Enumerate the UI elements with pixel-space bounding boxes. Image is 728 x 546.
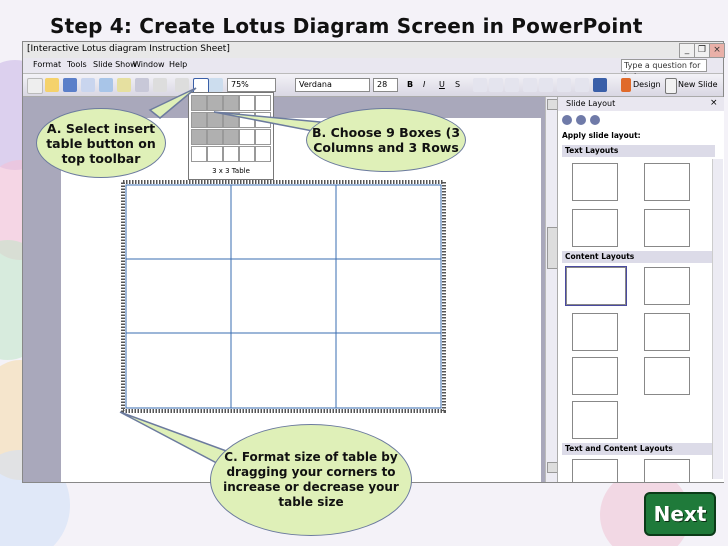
- table-picker-cell[interactable]: [255, 146, 271, 162]
- table-picker-cell[interactable]: [223, 146, 239, 162]
- table-picker-cell[interactable]: [255, 95, 271, 111]
- menu-window[interactable]: Window: [133, 60, 165, 69]
- open-icon[interactable]: [45, 78, 59, 92]
- font-color-icon[interactable]: [593, 78, 607, 92]
- new-slide-icon: [665, 78, 677, 94]
- ask-question-input[interactable]: Type a question for help: [621, 59, 707, 81]
- decrease-font-icon[interactable]: [575, 78, 589, 92]
- align-right-icon[interactable]: [505, 78, 519, 92]
- bullets-icon[interactable]: [539, 78, 553, 92]
- cut-icon[interactable]: [117, 78, 131, 92]
- save-icon[interactable]: [63, 78, 77, 92]
- table-picker-cell[interactable]: [191, 112, 207, 128]
- callout-c: C. Format size of table by dragging your…: [210, 424, 412, 536]
- table-picker-cell[interactable]: [207, 112, 223, 128]
- table-picker-cell[interactable]: [191, 146, 207, 162]
- slide-layout-pane: Slide Layout × Apply slide layout: Text …: [557, 97, 724, 483]
- callout-a: A. Select insert table button on top too…: [36, 108, 166, 178]
- table-picker-cell[interactable]: [255, 129, 271, 145]
- align-center-icon[interactable]: [489, 78, 503, 92]
- layout-content-over[interactable]: [572, 357, 618, 395]
- restore-icon[interactable]: ❐: [694, 43, 710, 58]
- new-slide-button[interactable]: New Slide: [678, 80, 718, 89]
- menu-bar: Format Tools Slide Show Window Help Type…: [23, 58, 723, 81]
- table-picker-cell[interactable]: [239, 95, 255, 111]
- layout-title-content[interactable]: [572, 313, 618, 351]
- layout-text-content[interactable]: [572, 459, 618, 483]
- bold-button[interactable]: B: [407, 80, 413, 89]
- layout-title-two-content[interactable]: [644, 313, 690, 351]
- italic-button[interactable]: I: [423, 80, 425, 89]
- minimize-icon[interactable]: _: [679, 43, 695, 58]
- home-icon[interactable]: [590, 115, 600, 125]
- table-picker-cell[interactable]: [191, 95, 207, 111]
- table-picker-cell[interactable]: [239, 146, 255, 162]
- layout-title-only[interactable]: [644, 163, 690, 201]
- design-icon: [621, 78, 631, 92]
- section-text-layouts: Text Layouts: [562, 145, 715, 157]
- slide-table[interactable]: [121, 180, 446, 413]
- layout-title-text[interactable]: [572, 209, 618, 247]
- design-button[interactable]: Design: [633, 80, 661, 89]
- window-titlebar: [Interactive Lotus diagram Instruction S…: [23, 42, 725, 58]
- close-icon[interactable]: ×: [709, 43, 725, 58]
- section-text-content-layouts: Text and Content Layouts: [562, 443, 715, 455]
- forward-icon[interactable]: [576, 115, 586, 125]
- font-name-select[interactable]: Verdana: [295, 78, 370, 92]
- numbering-icon[interactable]: [523, 78, 537, 92]
- align-left-icon[interactable]: [473, 78, 487, 92]
- layout-two-column[interactable]: [644, 209, 690, 247]
- preview-icon[interactable]: [99, 78, 113, 92]
- window-title: [Interactive Lotus diagram Instruction S…: [27, 44, 230, 54]
- layout-four-content[interactable]: [644, 357, 690, 395]
- next-button[interactable]: Next: [644, 492, 716, 536]
- table-size-picker[interactable]: 3 x 3 Table: [188, 92, 274, 180]
- print-icon[interactable]: [81, 78, 95, 92]
- page-title: Step 4: Create Lotus Diagram Screen in P…: [50, 14, 643, 38]
- table-size-label: 3 x 3 Table: [212, 167, 250, 175]
- table-picker-cell[interactable]: [239, 129, 255, 145]
- callout-b: B. Choose 9 Boxes (3 Columns and 3 Rows: [306, 108, 466, 172]
- zoom-select[interactable]: 75%: [227, 78, 276, 92]
- table-picker-cell[interactable]: [207, 129, 223, 145]
- menu-tools[interactable]: Tools: [67, 60, 87, 69]
- undo-icon[interactable]: [153, 78, 167, 92]
- menu-format[interactable]: Format: [33, 60, 61, 69]
- increase-font-icon[interactable]: [557, 78, 571, 92]
- shadow-button[interactable]: S: [455, 80, 460, 89]
- new-icon[interactable]: [27, 78, 43, 94]
- formatting-toolbar: 75% Verdana 28 B I U S Design New Slide: [23, 74, 723, 97]
- layout-title-four-content[interactable]: [572, 401, 618, 439]
- pane-title: Slide Layout: [566, 99, 616, 108]
- apply-layout-label: Apply slide layout:: [562, 131, 641, 140]
- paste-icon[interactable]: [135, 78, 149, 92]
- table-picker-cell[interactable]: [255, 112, 271, 128]
- layout-content[interactable]: [644, 267, 690, 305]
- pane-header: Slide Layout ×: [558, 97, 724, 111]
- layout-title-slide[interactable]: [572, 163, 618, 201]
- pane-scrollbar[interactable]: [712, 159, 723, 479]
- table-picker-cell[interactable]: [207, 95, 223, 111]
- table-picker-cell[interactable]: [191, 129, 207, 145]
- table-picker-cell[interactable]: [223, 129, 239, 145]
- pane-close-icon[interactable]: ×: [710, 98, 718, 108]
- table-picker-cell[interactable]: [207, 146, 223, 162]
- tables-borders-icon[interactable]: [209, 78, 223, 92]
- layout-content-text[interactable]: [644, 459, 690, 483]
- layout-blank[interactable]: [565, 266, 627, 306]
- font-size-select[interactable]: 28: [373, 78, 398, 92]
- underline-button[interactable]: U: [439, 80, 445, 89]
- chart-icon[interactable]: [175, 78, 189, 92]
- menu-slide-show[interactable]: Slide Show: [93, 60, 137, 69]
- table-picker-cell[interactable]: [239, 112, 255, 128]
- section-content-layouts: Content Layouts: [562, 251, 715, 263]
- menu-help[interactable]: Help: [169, 60, 187, 69]
- back-icon[interactable]: [562, 115, 572, 125]
- table-picker-cell[interactable]: [223, 112, 239, 128]
- table-picker-cell[interactable]: [223, 95, 239, 111]
